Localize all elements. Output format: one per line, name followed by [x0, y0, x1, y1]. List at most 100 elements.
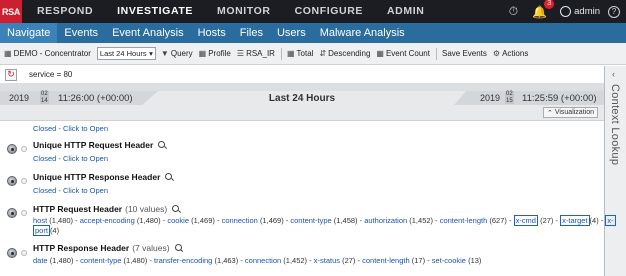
meta-value-count: (7 values)	[132, 243, 170, 253]
nav-investigate[interactable]: INVESTIGATE	[108, 0, 202, 23]
search-icon[interactable]	[165, 173, 173, 181]
meta-value-link[interactable]: content-length	[362, 256, 410, 265]
meta-value-count: (4)	[49, 226, 60, 235]
search-icon[interactable]	[158, 141, 166, 149]
meta-key-title: Unique HTTP Request Header	[33, 140, 166, 150]
closed-click-to-open-link[interactable]: Closed - Click to Open	[33, 186, 108, 195]
meta-value-link[interactable]: accept-encoding	[80, 216, 135, 225]
sort-order-button[interactable]: ⇵ Descending	[319, 49, 370, 58]
timeline: 2019 02 14 11:26:00 (+00:00) Last 24 Hour…	[0, 91, 604, 121]
nav-respond[interactable]: RESPOND	[28, 0, 102, 23]
refresh-icon[interactable]: ↻	[5, 68, 17, 81]
meta-key-radio[interactable]	[21, 210, 27, 216]
meta-values-list: host (1,480) - accept-encoding (1,480) -…	[33, 215, 616, 226]
meta-key-toggle-icon[interactable]	[7, 208, 17, 218]
top-nav: RSA RESPOND INVESTIGATE MONITOR CONFIGUR…	[0, 0, 626, 23]
search-icon[interactable]	[174, 244, 183, 252]
meta-value-link-highlighted[interactable]: port	[33, 225, 50, 236]
total-button[interactable]: ▦ Total	[287, 49, 313, 58]
event-count-button[interactable]: ▦ Event Count	[376, 49, 430, 58]
meta-values-list: date (1,480) - content-type (1,480) - tr…	[33, 256, 482, 265]
meta-key-toggle-icon[interactable]	[7, 144, 17, 154]
tab-navigate[interactable]: Navigate	[0, 23, 58, 43]
tab-hosts[interactable]: Hosts	[191, 23, 233, 43]
end-time: 11:25:59 (+00:00)	[522, 93, 597, 104]
tab-users[interactable]: Users	[270, 23, 313, 43]
visualization-button[interactable]: ⌃ Visualization	[542, 107, 598, 118]
meta-value-link[interactable]: content-length	[440, 216, 488, 225]
meta-value-link[interactable]: host	[33, 216, 47, 225]
context-lookup-label: Context Lookup	[609, 84, 621, 166]
service-selector[interactable]: ▦ DEMO - Concentrator	[4, 49, 91, 58]
meta-value-count: (27)	[342, 256, 356, 265]
meta-value-count: (1,458)	[333, 216, 358, 225]
meta-value-link[interactable]: content-type	[290, 216, 331, 225]
help-icon[interactable]: ?	[608, 5, 620, 18]
meta-key-radio[interactable]	[21, 250, 27, 256]
count-icon: ▦	[376, 49, 384, 58]
timer-icon[interactable]: ⏱	[509, 4, 518, 19]
save-events-button[interactable]: Save Events	[442, 49, 487, 58]
meta-key-radio[interactable]	[21, 178, 27, 184]
meta-value-count: (1,480)	[136, 216, 161, 225]
table-icon: ▦	[286, 49, 295, 58]
filter-query-text[interactable]: service = 80	[29, 70, 72, 79]
meta-value-link[interactable]: authorization	[364, 216, 407, 225]
meta-value-link[interactable]: content-type	[80, 256, 121, 265]
actions-gear-icon: ⚙	[492, 49, 501, 58]
nav-configure[interactable]: CONFIGURE	[286, 0, 372, 23]
end-year: 2019	[480, 93, 501, 103]
chevron-left-icon[interactable]: ‹	[612, 69, 615, 79]
meta-value-count: (1,452)	[283, 256, 308, 265]
meta-value-count: (1,480)	[123, 256, 148, 265]
rsa-ir-button[interactable]: ☰ RSA_IR	[237, 49, 275, 58]
user-menu[interactable]: admin	[560, 6, 600, 17]
nav-monitor[interactable]: MONITOR	[208, 0, 280, 23]
query-label: Query	[170, 49, 193, 58]
time-range-select[interactable]: Last 24 Hours ▾	[96, 47, 156, 60]
meta-value-link[interactable]: transfer-encoding	[154, 256, 212, 265]
meta-key-toggle-icon[interactable]	[7, 248, 17, 258]
tab-events[interactable]: Events	[57, 23, 105, 43]
closed-click-to-open-link[interactable]: Closed - Click to Open	[33, 154, 108, 163]
save-events-label: Save Events	[441, 49, 487, 58]
user-name: admin	[574, 6, 600, 17]
meta-value-link[interactable]: set-cookie	[432, 256, 466, 265]
meta-value-count: (4)	[589, 216, 599, 225]
meta-value-link-highlighted[interactable]: x-cmd	[513, 215, 538, 226]
meta-value-link[interactable]: connection	[222, 216, 258, 225]
meta-key-name: HTTP Response Header	[33, 243, 130, 253]
toolbar: ▦ DEMO - Concentrator Last 24 Hours ▾ ▼ …	[0, 43, 626, 65]
closed-click-to-open-link[interactable]: Closed - Click to Open	[33, 124, 108, 133]
meta-value-count: (10 values)	[125, 204, 168, 214]
meta-value-link[interactable]: x-status	[314, 256, 340, 265]
sort-icon: ⇵	[319, 49, 327, 58]
user-avatar-icon	[560, 6, 572, 17]
profile-button[interactable]: ▦ Profile	[199, 49, 231, 58]
notification-badge: 3	[544, 0, 555, 9]
meta-value-link[interactable]: cookie	[167, 216, 189, 225]
tab-malware-analysis[interactable]: Malware Analysis	[313, 23, 412, 43]
notifications-bell-icon[interactable]: 🔔 3	[532, 0, 555, 19]
meta-key-title: HTTP Response Header (7 values)	[33, 243, 183, 253]
actions-button[interactable]: ⚙ Actions	[493, 49, 528, 58]
profile-label: Profile	[208, 49, 231, 58]
meta-value-link[interactable]: date	[33, 256, 48, 265]
profile-icon: ▦	[198, 49, 207, 58]
time-range-value: Last 24 Hours	[99, 49, 147, 58]
meta-value-count: (27)	[540, 216, 554, 225]
meta-key-toggle-icon[interactable]	[7, 176, 17, 186]
meta-key-name: Unique HTTP Request Header	[33, 140, 154, 150]
tab-files[interactable]: Files	[233, 23, 270, 43]
search-icon[interactable]	[172, 205, 180, 213]
meta-key-name: HTTP Request Header	[33, 204, 123, 214]
tab-event-analysis[interactable]: Event Analysis	[105, 23, 191, 43]
nav-admin[interactable]: ADMIN	[378, 0, 433, 23]
context-lookup-panel[interactable]: ‹ Context Lookup	[604, 66, 626, 276]
meta-value-link-highlighted[interactable]: x-target	[560, 215, 590, 226]
query-button[interactable]: ▼ Query	[161, 49, 193, 58]
meta-value-link[interactable]: connection	[245, 256, 281, 265]
meta-key-radio[interactable]	[21, 146, 27, 152]
filter-divider	[0, 83, 604, 91]
meta-value-link-highlighted[interactable]: x-	[605, 215, 616, 226]
